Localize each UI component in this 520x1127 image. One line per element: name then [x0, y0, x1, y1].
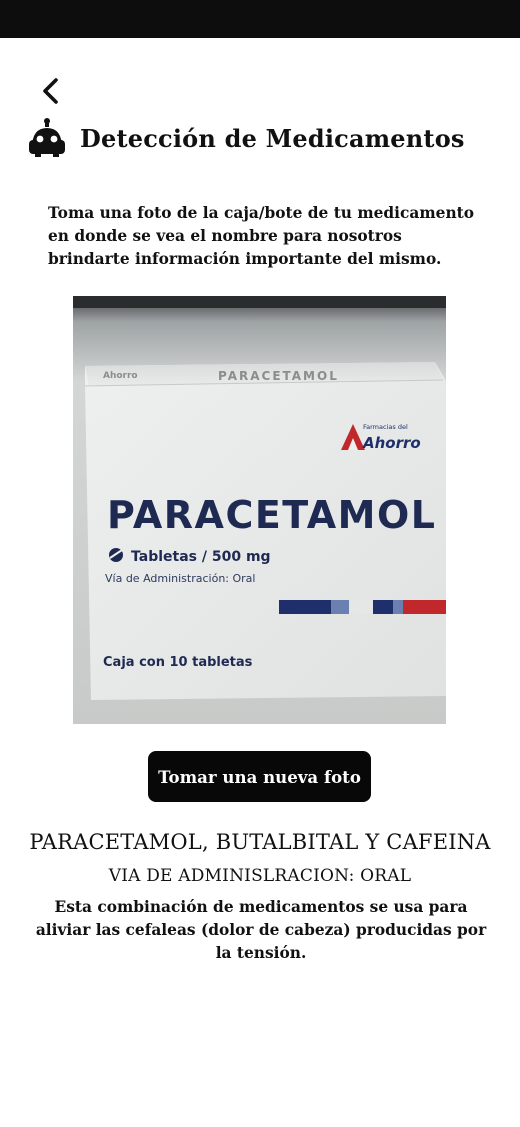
result-medication-name: PARACETAMOL, BUTALBITAL Y CAFEINA	[29, 830, 491, 854]
box-brand-small: Ahorro	[103, 371, 138, 381]
page-title: Detección de Medicamentos	[80, 123, 465, 153]
box-brand-line2: Ahorro	[362, 434, 421, 452]
header: Detección de Medicamentos	[26, 118, 465, 158]
box-route: Vía de Administración: Oral	[105, 572, 255, 585]
medication-photo: Ahorro PARACETAMOL Farmacias del Ahorro …	[73, 296, 446, 724]
result-route: VIA DE ADMINISLRACION: ORAL	[108, 866, 412, 886]
back-button[interactable]	[36, 72, 68, 108]
box-product-name: PARACETAMOL	[107, 493, 437, 537]
medication-box-image: Ahorro PARACETAMOL Farmacias del Ahorro …	[73, 296, 446, 724]
box-header-text: PARACETAMOL	[218, 369, 339, 383]
chevron-left-icon	[43, 78, 58, 104]
box-brand-line1: Farmacias del	[363, 423, 408, 431]
instructions-text: Toma una foto de la caja/bote de tu medi…	[48, 204, 475, 268]
status-bar	[0, 0, 520, 38]
new-photo-button[interactable]: Tomar una nueva foto	[148, 751, 371, 802]
box-dosage: Tabletas / 500 mg	[131, 549, 271, 565]
robot-icon	[29, 118, 65, 157]
result-description: Esta combinación de medicamentos se usa …	[35, 898, 487, 962]
box-count: Caja con 10 tabletas	[103, 655, 253, 670]
